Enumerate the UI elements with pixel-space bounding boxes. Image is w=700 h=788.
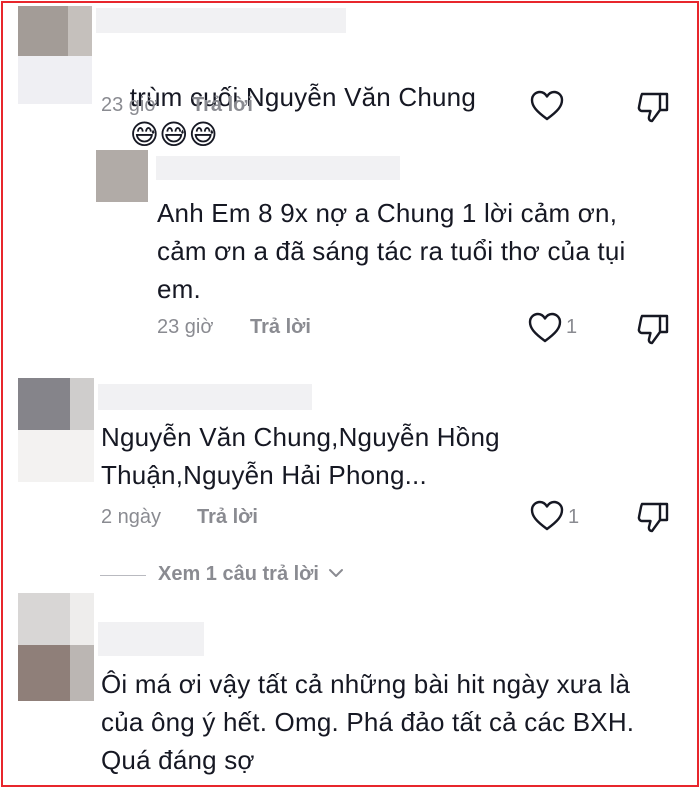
divider-line	[100, 575, 146, 576]
view-replies-label: Xem 1 câu trả lời	[158, 563, 319, 585]
comment-text: Anh Em 8 9x nợ a Chung 1 lời cảm ơn, cảm…	[157, 198, 626, 304]
reply-button[interactable]: Trả lời	[250, 316, 311, 339]
heart-icon[interactable]	[530, 500, 564, 532]
heart-icon[interactable]	[530, 90, 564, 122]
dislike-icon[interactable]	[636, 500, 670, 534]
comment-text-body: trùm cuối Nguyễn Văn Chung	[129, 82, 476, 112]
avatar[interactable]	[96, 150, 148, 202]
chevron-down-icon	[327, 563, 345, 586]
dislike-icon[interactable]	[636, 312, 670, 346]
comment-text: Ôi má ơi vậy tất cả những bài hit ngày x…	[101, 669, 635, 775]
reply-button[interactable]: Trả lời	[192, 94, 253, 117]
timestamp: 23 giờ	[101, 94, 158, 116]
view-replies-button[interactable]: Xem 1 câu trả lời	[158, 563, 345, 586]
reply-button[interactable]: Trả lời	[197, 506, 258, 529]
timestamp: 23 giờ	[157, 316, 214, 338]
timestamp: 2 ngày	[101, 506, 162, 528]
comment-text: Nguyễn Văn Chung,Nguyễn Hồng Thuận,Nguyễ…	[101, 422, 500, 490]
heart-icon[interactable]	[528, 312, 562, 344]
username[interactable]	[98, 622, 204, 656]
dislike-icon[interactable]	[636, 90, 670, 124]
username[interactable]	[98, 384, 312, 410]
username[interactable]	[96, 8, 346, 33]
emoji-grin-sweat-icon: 😅😅😅	[129, 118, 218, 151]
like-count: 1	[568, 506, 580, 528]
username[interactable]	[156, 156, 400, 180]
like-count: 1	[566, 316, 578, 338]
